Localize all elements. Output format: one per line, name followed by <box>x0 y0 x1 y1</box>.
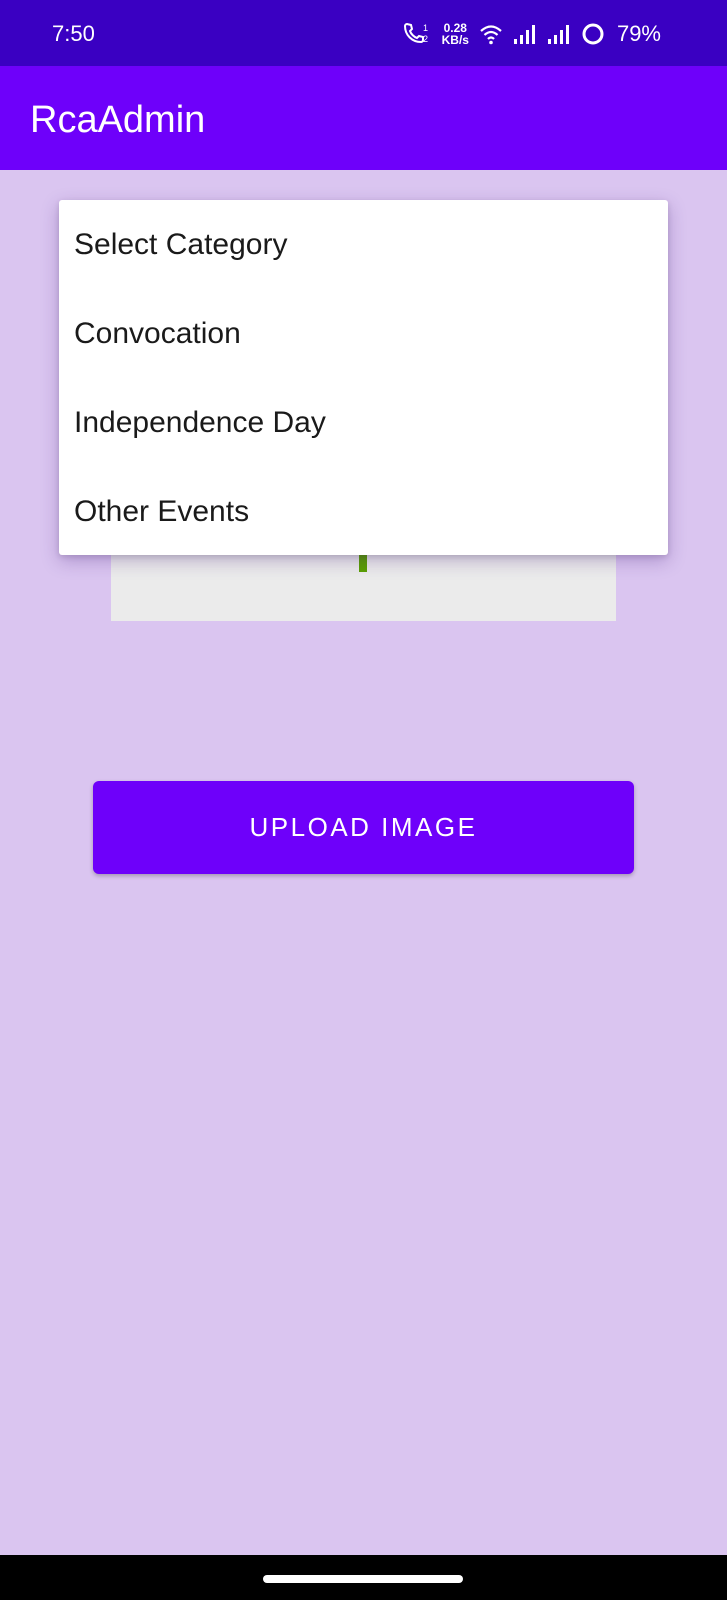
home-gesture-handle[interactable] <box>263 1575 463 1583</box>
svg-text:1: 1 <box>423 23 428 33</box>
signal-icon <box>547 23 571 45</box>
navigation-bar <box>0 1555 727 1600</box>
volte-call-icon: 1 2 <box>402 21 432 47</box>
category-dropdown-menu: Select Category Convocation Independence… <box>59 200 668 555</box>
status-icons: 1 2 0.28 KB/s 79% <box>402 18 661 50</box>
battery-ring-icon <box>581 22 605 46</box>
signal-icon <box>513 23 537 45</box>
svg-text:2: 2 <box>423 34 428 44</box>
status-time: 7:50 <box>52 21 95 46</box>
wifi-icon <box>479 23 503 45</box>
network-speed: 0.28 KB/s <box>442 22 469 46</box>
dropdown-option-independence-day[interactable]: Independence Day <box>59 378 668 467</box>
dropdown-option-other-events[interactable]: Other Events <box>59 467 668 556</box>
dropdown-option-convocation[interactable]: Convocation <box>59 289 668 378</box>
app-bar: RcaAdmin <box>0 66 727 170</box>
network-speed-unit: KB/s <box>441 33 469 47</box>
dropdown-option-select-category[interactable]: Select Category <box>59 200 668 289</box>
status-bar: 7:50 1 2 0.28 KB/s 79% <box>0 0 727 66</box>
battery-percent: 79% <box>616 21 661 46</box>
upload-image-button[interactable]: UPLOAD IMAGE <box>93 781 634 874</box>
app-title: RcaAdmin <box>30 99 206 141</box>
